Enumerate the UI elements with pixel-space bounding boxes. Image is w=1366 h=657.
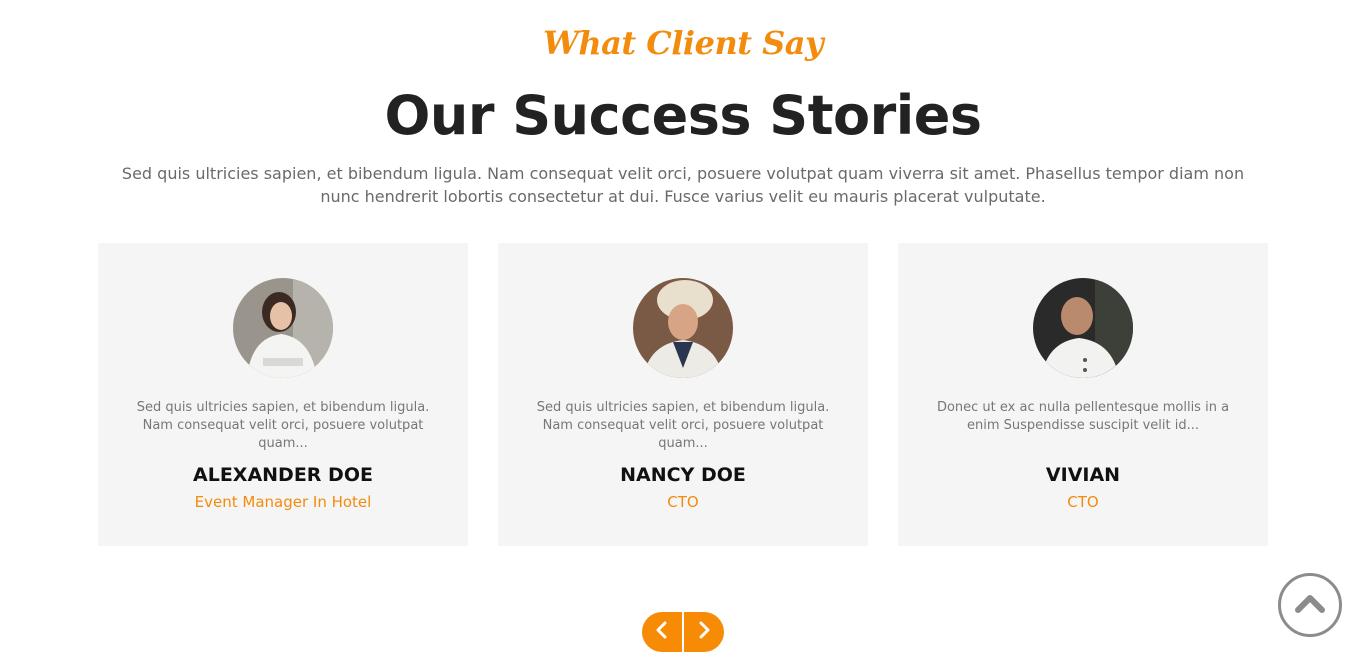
- testimonial-name: NANCY DOE: [620, 464, 746, 486]
- chevron-left-icon: [655, 621, 669, 644]
- carousel-prev-button[interactable]: [642, 612, 682, 652]
- testimonial-card: Donec ut ex ac nulla pellentesque mollis…: [898, 243, 1268, 546]
- testimonial-quote: Sed quis ultricies sapien, et bibendum l…: [536, 400, 830, 451]
- scroll-to-top-button[interactable]: [1278, 573, 1342, 637]
- avatar: [233, 278, 333, 378]
- testimonial-card: Sed quis ultricies sapien, et bibendum l…: [498, 243, 868, 546]
- avatar: [1033, 278, 1133, 378]
- testimonial-card: Sed quis ultricies sapien, et bibendum l…: [98, 243, 468, 546]
- testimonial-role: CTO: [667, 493, 699, 511]
- testimonial-name: VIVIAN: [1045, 464, 1121, 486]
- section-intro: Sed quis ultricies sapien, et bibendum l…: [121, 164, 1245, 206]
- testimonial-role: Event Manager In Hotel: [194, 493, 372, 511]
- testimonial-quote: Sed quis ultricies sapien, et bibendum l…: [136, 400, 430, 451]
- section-title: Our Success Stories: [384, 84, 982, 147]
- chevron-up-icon: [1294, 592, 1326, 619]
- carousel-nav: [642, 612, 724, 652]
- carousel-next-button[interactable]: [684, 612, 724, 652]
- testimonial-quote: Donec ut ex ac nulla pellentesque mollis…: [936, 400, 1230, 433]
- testimonial-name: ALEXANDER DOE: [193, 464, 373, 486]
- testimonial-role: CTO: [1067, 493, 1099, 511]
- chevron-right-icon: [697, 621, 711, 644]
- section-eyebrow: What Client Say: [542, 24, 824, 62]
- avatar: [633, 278, 733, 378]
